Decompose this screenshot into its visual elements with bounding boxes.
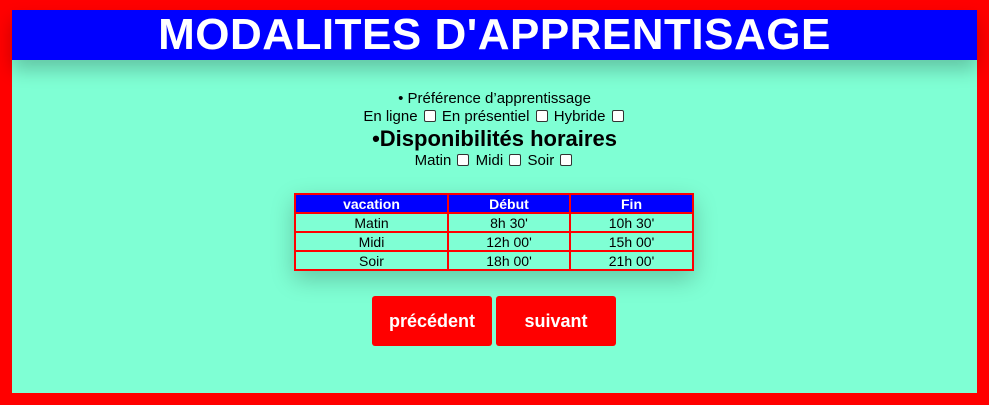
option-label-noon: Midi: [475, 152, 504, 169]
previous-button[interactable]: précédent: [372, 296, 492, 346]
checkbox-noon[interactable]: [509, 154, 522, 166]
page-title: MODALITES D'APPRENTISAGE: [158, 10, 831, 59]
next-button[interactable]: suivant: [496, 296, 616, 346]
option-label-evening: Soir: [527, 152, 555, 169]
form-content: • Préférence d’apprentissage En ligne En…: [12, 90, 977, 170]
option-label-morning: Matin: [414, 152, 452, 169]
availability-options: Matin Midi Soir: [12, 152, 977, 170]
table-cell: 15h 00': [569, 231, 694, 252]
schedule-table: vacation Début Fin Matin 8h 30' 10h 30' …: [294, 193, 694, 271]
column-header-end: Fin: [569, 193, 694, 214]
checkbox-evening[interactable]: [560, 154, 573, 166]
availability-heading: •Disponibilités horaires: [372, 126, 617, 151]
table-cell: Soir: [294, 250, 449, 271]
table-cell: 8h 30': [447, 212, 571, 233]
table-cell: 21h 00': [569, 250, 694, 271]
checkbox-morning[interactable]: [457, 154, 470, 166]
column-header-start: Début: [447, 193, 571, 214]
table-header-row: vacation Début Fin: [294, 193, 694, 214]
navigation-buttons: précédent suivant: [372, 296, 616, 346]
checkbox-hybrid[interactable]: [611, 110, 624, 122]
table-cell: 10h 30': [569, 212, 694, 233]
option-label-onsite: En présentiel: [441, 108, 530, 125]
table-cell: Midi: [294, 231, 449, 252]
option-label-online: En ligne: [363, 108, 418, 125]
title-bar: MODALITES D'APPRENTISAGE: [12, 10, 977, 60]
table-row: Soir 18h 00' 21h 00': [294, 250, 694, 271]
table-cell: Matin: [294, 212, 449, 233]
preference-options: En ligne En présentiel Hybride: [12, 108, 977, 126]
checkbox-onsite[interactable]: [535, 110, 548, 122]
schedule-table-wrapper: vacation Début Fin Matin 8h 30' 10h 30' …: [294, 193, 694, 271]
checkbox-online[interactable]: [423, 110, 436, 122]
page-frame: MODALITES D'APPRENTISAGE • Préférence d’…: [0, 0, 989, 405]
table-row: Matin 8h 30' 10h 30': [294, 212, 694, 233]
option-label-hybrid: Hybride: [553, 108, 606, 125]
table-row: Midi 12h 00' 15h 00': [294, 231, 694, 252]
preference-label: • Préférence d’apprentissage: [398, 90, 591, 107]
table-cell: 18h 00': [447, 250, 571, 271]
column-header-vacation: vacation: [294, 193, 449, 214]
table-cell: 12h 00': [447, 231, 571, 252]
